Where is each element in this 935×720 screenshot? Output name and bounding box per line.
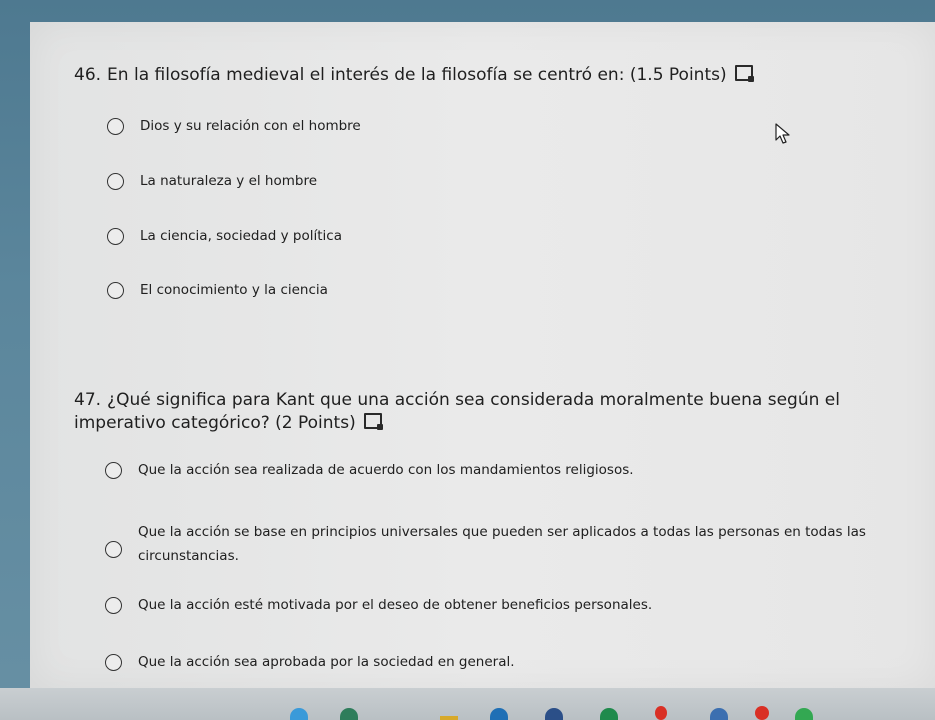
option-q46-4[interactable]: El conocimiento y la ciencia: [107, 282, 328, 301]
option-q47-3[interactable]: Que la acción esté motivada por el deseo…: [105, 597, 652, 616]
radio-button[interactable]: [105, 654, 122, 671]
option-label: El conocimiento y la ciencia: [140, 282, 328, 298]
question-text: En la filosofía medieval el interés de l…: [107, 65, 727, 85]
taskbar-app-icon[interactable]: [290, 708, 308, 720]
radio-button[interactable]: [105, 462, 122, 479]
taskbar-app-icon[interactable]: [600, 708, 618, 720]
radio-button[interactable]: [107, 173, 124, 190]
option-label: Que la acción esté motivada por el deseo…: [138, 597, 653, 613]
notification-badge-icon: [655, 706, 667, 720]
taskbar-app-icon[interactable]: [440, 716, 458, 720]
mouse-cursor-icon: [775, 123, 790, 144]
option-label: Dios y su relación con el hombre: [140, 118, 361, 134]
radio-button[interactable]: [107, 228, 124, 245]
immersive-reader-icon[interactable]: [363, 413, 383, 430]
option-label: Que la acción se base en principios univ…: [138, 524, 866, 564]
option-label: Que la acción sea realizada de acuerdo c…: [138, 462, 634, 478]
question-46-title: 46. En la filosofía medieval el interés d…: [74, 64, 754, 87]
radio-button[interactable]: [105, 597, 122, 614]
option-q46-2[interactable]: La naturaleza y el hombre: [107, 173, 317, 192]
option-q47-1[interactable]: Que la acción sea realizada de acuerdo c…: [105, 462, 634, 481]
question-number: 47.: [74, 390, 102, 410]
question-text: ¿Qué significa para Kant que una acción …: [74, 390, 840, 433]
option-label: Que la acción sea aprobada por la socied…: [138, 654, 515, 670]
question-47-title: 47. ¿Qué significa para Kant que una acci…: [74, 389, 934, 435]
taskbar-app-icon[interactable]: [545, 708, 563, 720]
taskbar-app-icon[interactable]: [710, 708, 728, 720]
taskbar: [0, 688, 935, 720]
radio-button[interactable]: [105, 541, 122, 558]
taskbar-app-icon[interactable]: [795, 708, 813, 720]
question-number: 46.: [74, 65, 102, 85]
option-q47-2[interactable]: Que la acción se base en principios univ…: [105, 522, 918, 568]
option-label: La naturaleza y el hombre: [140, 173, 318, 189]
radio-button[interactable]: [107, 118, 124, 135]
immersive-reader-icon[interactable]: [734, 65, 754, 82]
taskbar-app-icon[interactable]: [490, 708, 508, 720]
option-q47-4[interactable]: Que la acción sea aprobada por la socied…: [105, 654, 515, 673]
radio-button[interactable]: [107, 282, 124, 299]
quiz-panel: 46. En la filosofía medieval el interés d…: [30, 22, 935, 688]
taskbar-app-icon[interactable]: [340, 708, 358, 720]
option-q46-3[interactable]: La ciencia, sociedad y política: [107, 228, 342, 247]
option-q46-1[interactable]: Dios y su relación con el hombre: [107, 118, 361, 137]
notification-badge-icon: [755, 706, 769, 720]
option-label: La ciencia, sociedad y política: [140, 228, 342, 244]
